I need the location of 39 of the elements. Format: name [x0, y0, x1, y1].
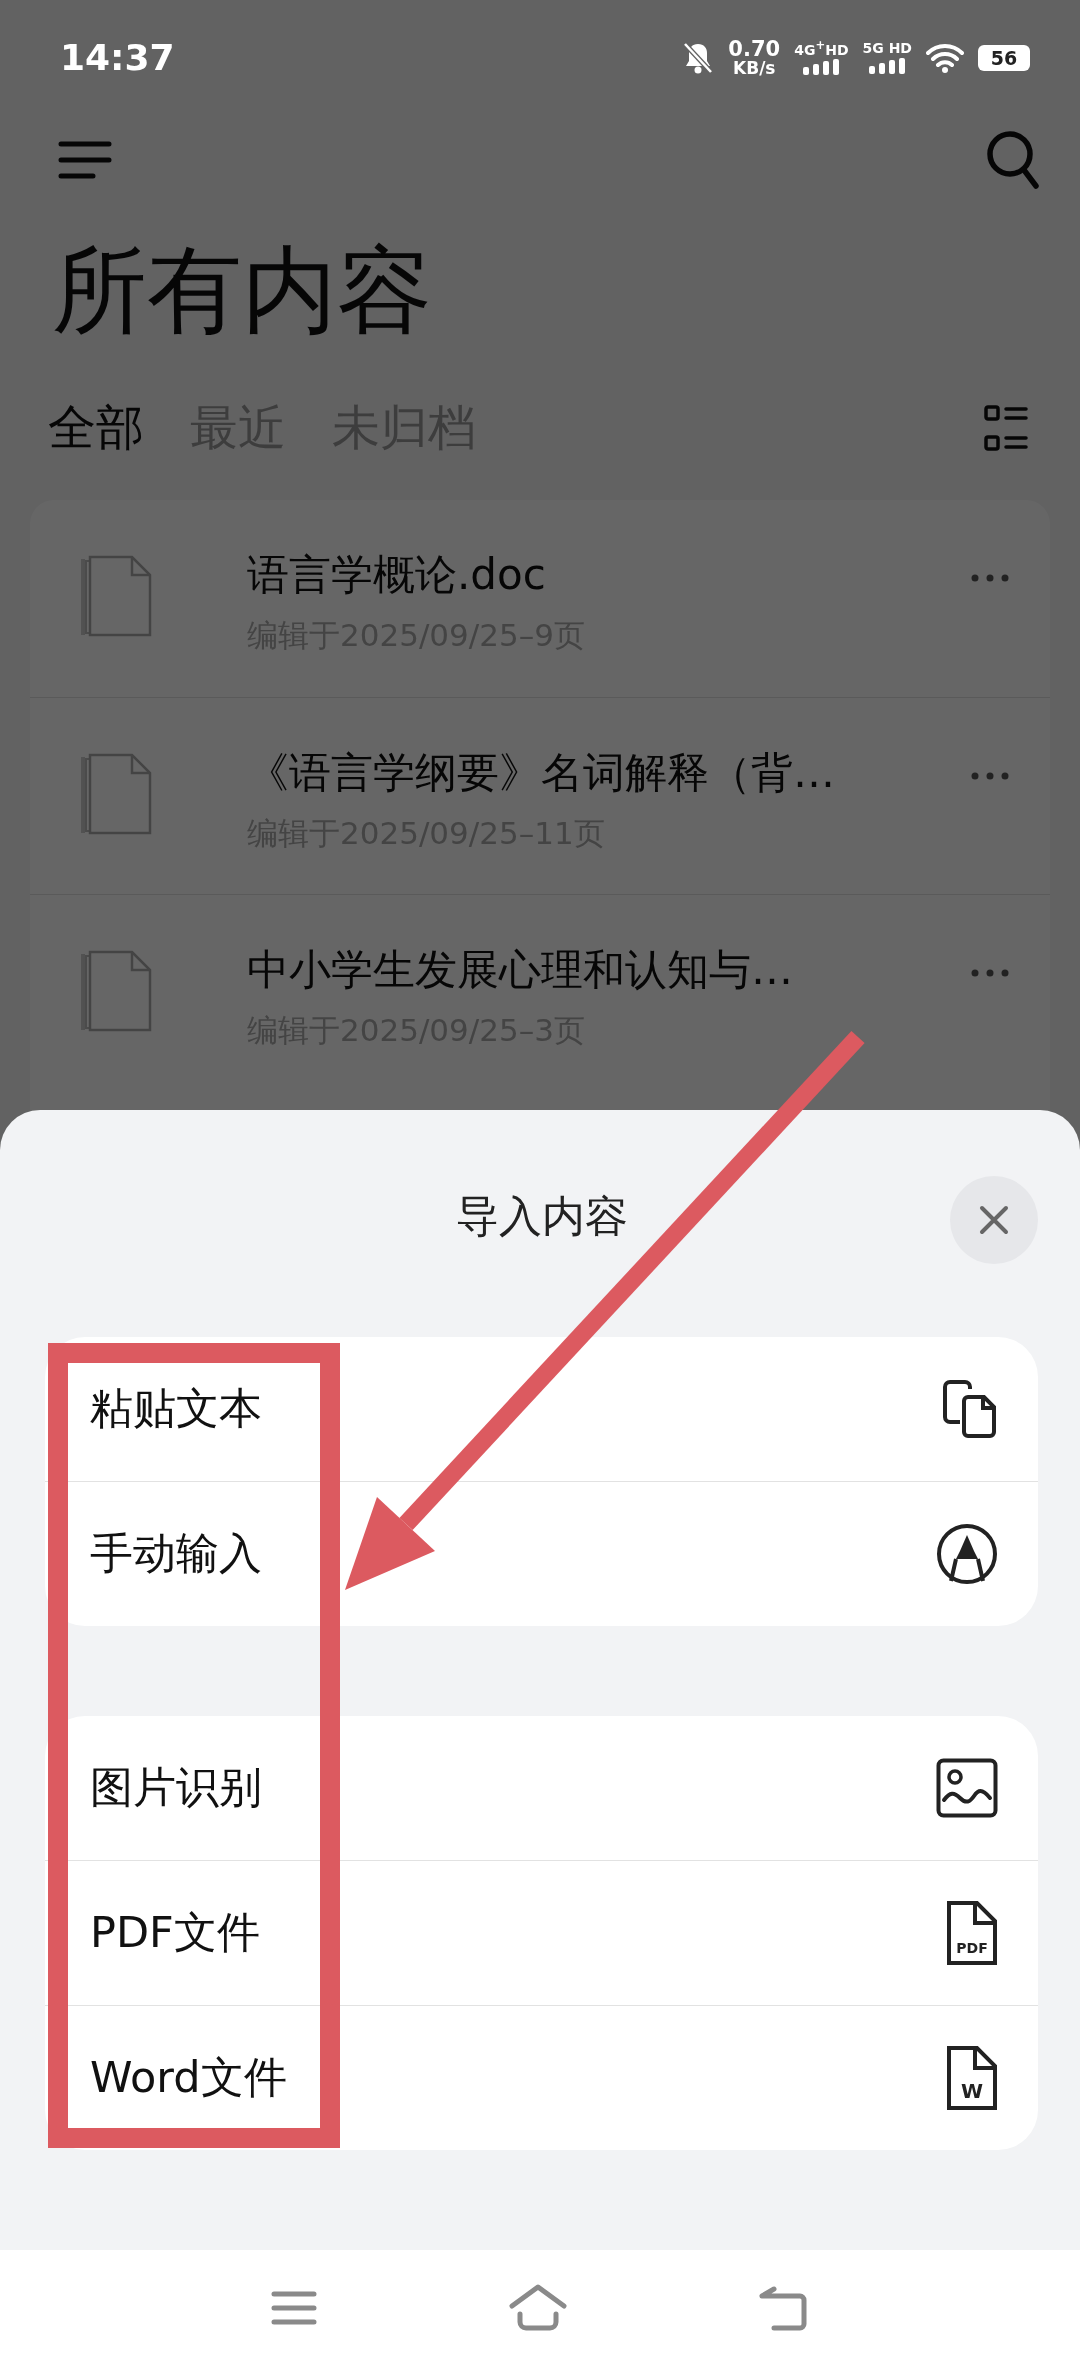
file-name[interactable]: 语言学概论.doc [247, 545, 970, 605]
battery-icon: 56 [978, 44, 1030, 71]
menu-icon[interactable] [58, 140, 112, 180]
search-icon[interactable] [986, 129, 1040, 191]
import-option[interactable]: PDF文件 PDF [45, 1860, 1038, 2005]
network-type: 5G HD [862, 41, 912, 55]
wifi-icon [926, 42, 964, 73]
bell-muted-icon [682, 40, 715, 75]
option-label: Word文件 [90, 2051, 287, 2104]
more-icon[interactable] [970, 968, 1010, 978]
import-option[interactable]: 粘贴文本 [45, 1337, 1038, 1481]
page-title: 所有内容 [52, 234, 433, 347]
signal-icon [869, 58, 906, 74]
more-icon[interactable] [970, 771, 1010, 781]
file-name[interactable]: 中小学生发展心理和认知与… [247, 940, 970, 1000]
option-label: 粘贴文本 [90, 1382, 262, 1435]
option-label: PDF文件 [90, 1906, 260, 1959]
copy-icon [942, 1379, 998, 1439]
import-option[interactable]: 图片识别 [45, 1716, 1038, 1860]
speed-unit: KB/s [733, 59, 776, 77]
option-label: 图片识别 [90, 1761, 262, 1814]
pen-icon [936, 1523, 998, 1585]
home-icon[interactable] [508, 2284, 568, 2332]
file-name[interactable]: 《语言学纲要》名词解释（背… [247, 743, 970, 803]
list-view-icon[interactable] [984, 405, 1028, 451]
close-icon [979, 1205, 1009, 1235]
network-type: 4G$^{+}$HD [794, 39, 849, 57]
network-speed: 0.70 [728, 38, 781, 60]
back-icon[interactable] [758, 2284, 810, 2332]
import-option[interactable]: Word文件 W [45, 2005, 1038, 2150]
signal-icon [803, 59, 840, 76]
status-time: 14:37 [60, 37, 175, 78]
more-icon[interactable] [970, 573, 1010, 583]
word-file-icon: W [946, 2046, 998, 2110]
image-icon [936, 1758, 998, 1818]
filter-tab[interactable]: 全部 [44, 396, 148, 460]
sheet-title: 导入内容 [455, 1190, 628, 1243]
option-label: 手动输入 [90, 1527, 262, 1580]
pdf-file-icon: PDF [946, 1901, 998, 1965]
